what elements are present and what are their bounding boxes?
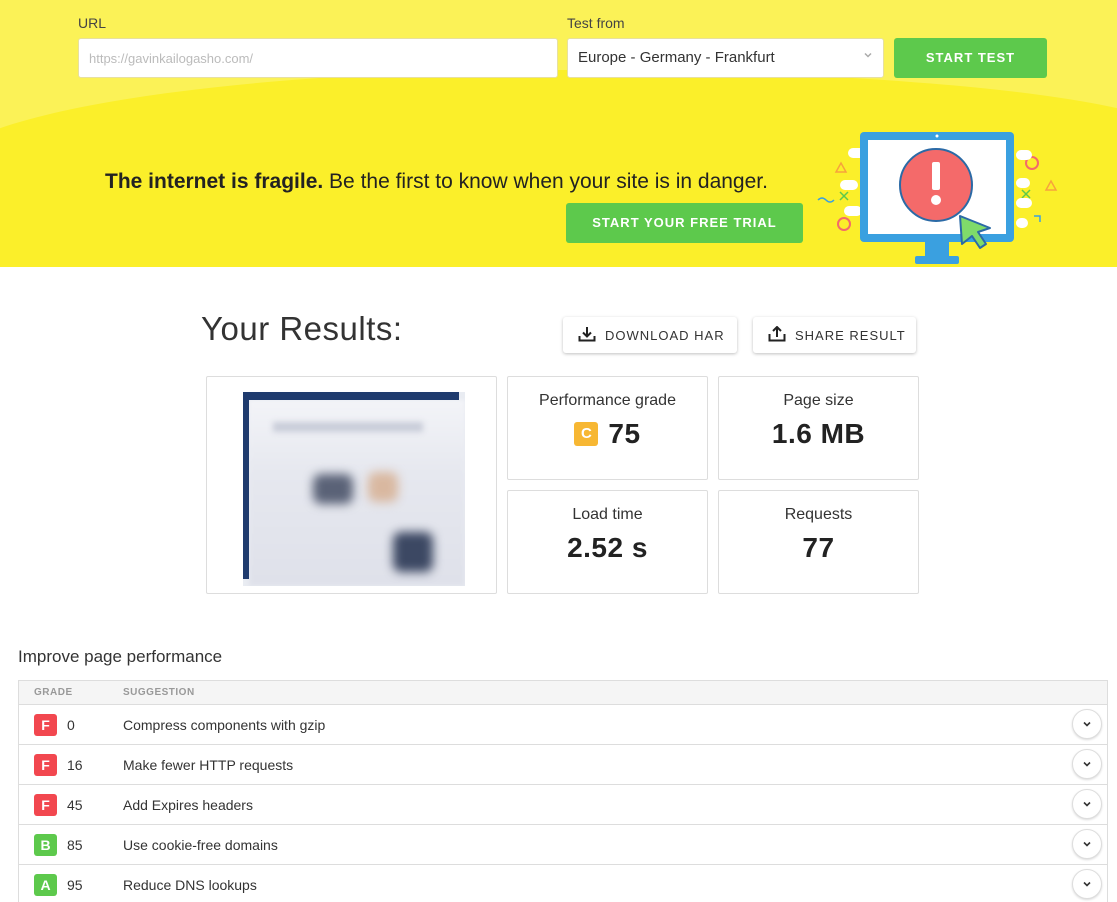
expand-row-button[interactable] [1072,829,1102,859]
share-result-button[interactable]: SHARE RESULT [753,317,916,353]
expand-row-button[interactable] [1072,749,1102,779]
requests-label: Requests [784,506,853,523]
chevron-down-icon [1083,881,1091,887]
share-icon [768,325,795,345]
grade-column-header: GRADE [34,687,73,698]
grade-badge: F [34,754,57,776]
load-time-card: Load time 2.52 s [507,490,708,594]
download-har-label: DOWNLOAD HAR [605,327,725,343]
suggestion-text: Reduce DNS lookups [123,877,257,893]
page-screenshot-thumbnail [243,392,465,586]
banner-slogan-text: Be the first to know when your site is i… [323,170,768,193]
download-icon [578,326,605,345]
load-time-value: 2.52 s [567,532,648,563]
page: URL Test from Europe - Germany - Frankfu… [0,0,1117,902]
test-location-select[interactable]: Europe - Germany - Frankfurt [567,38,884,78]
performance-grade-label: Performance grade [539,392,676,409]
table-row[interactable]: B 85 Use cookie-free domains [19,825,1107,865]
page-size-card: Page size 1.6 MB [718,376,919,480]
performance-grade-badge: C [574,422,599,446]
grade-badge: F [34,714,57,736]
grade-score: 45 [67,797,83,813]
grade-score: 95 [67,877,83,893]
page-screenshot-card [206,376,497,594]
chevron-down-icon [1083,841,1091,847]
load-time-label: Load time [572,506,643,523]
grade-score: 16 [67,757,83,773]
requests-card: Requests 77 [718,490,919,594]
test-location-value: Europe - Germany - Frankfurt [578,49,775,66]
table-row[interactable]: A 95 Reduce DNS lookups [19,865,1107,902]
requests-value: 77 [802,532,835,563]
grade-score: 85 [67,837,83,853]
start-test-button[interactable]: START TEST [894,38,1047,78]
chevron-down-icon [1083,721,1091,727]
chevron-down-icon [1083,801,1091,807]
suggestion-text: Make fewer HTTP requests [123,757,294,773]
table-row[interactable]: F 45 Add Expires headers [19,785,1107,825]
performance-grade-score: 75 [608,418,641,449]
suggestion-text: Add Expires headers [123,797,253,813]
results-title: Your Results: [201,310,403,347]
banner-slogan: The internet is fragile. Be the first to… [105,170,768,194]
start-free-trial-button[interactable]: START YOUR FREE TRIAL [566,203,803,243]
suggestion-text: Compress components with gzip [123,717,326,733]
page-size-label: Page size [783,392,854,409]
improve-section-title: Improve page performance [18,647,223,666]
chevron-down-icon [863,49,873,63]
grade-badge: B [34,834,57,856]
banner-slogan-bold: The internet is fragile. [105,170,324,193]
grade-badge: A [34,874,57,896]
expand-row-button[interactable] [1072,789,1102,819]
suggestion-column-header: SUGGESTION [123,687,195,698]
expand-row-button[interactable] [1072,869,1102,899]
suggestion-text: Use cookie-free domains [123,837,278,853]
download-har-button[interactable]: DOWNLOAD HAR [563,317,737,353]
grade-badge: F [34,794,57,816]
table-row[interactable]: F 0 Compress components with gzip [19,705,1107,745]
performance-grade-card: Performance grade C 75 [507,376,708,480]
hero-banner: URL Test from Europe - Germany - Frankfu… [0,0,1117,267]
expand-row-button[interactable] [1072,709,1102,739]
suggestions-table: GRADE SUGGESTION F 0 Compress components… [18,680,1108,902]
chevron-down-icon [1083,761,1091,767]
url-label: URL [78,15,107,31]
test-from-label: Test from [567,15,625,31]
monitor-alert-illustration [810,128,1065,267]
table-header: GRADE SUGGESTION [19,681,1107,705]
table-row[interactable]: F 16 Make fewer HTTP requests [19,745,1107,785]
grade-score: 0 [67,717,75,733]
page-size-value: 1.6 MB [771,418,866,449]
url-input[interactable] [78,38,558,78]
share-result-label: SHARE RESULT [795,327,906,343]
